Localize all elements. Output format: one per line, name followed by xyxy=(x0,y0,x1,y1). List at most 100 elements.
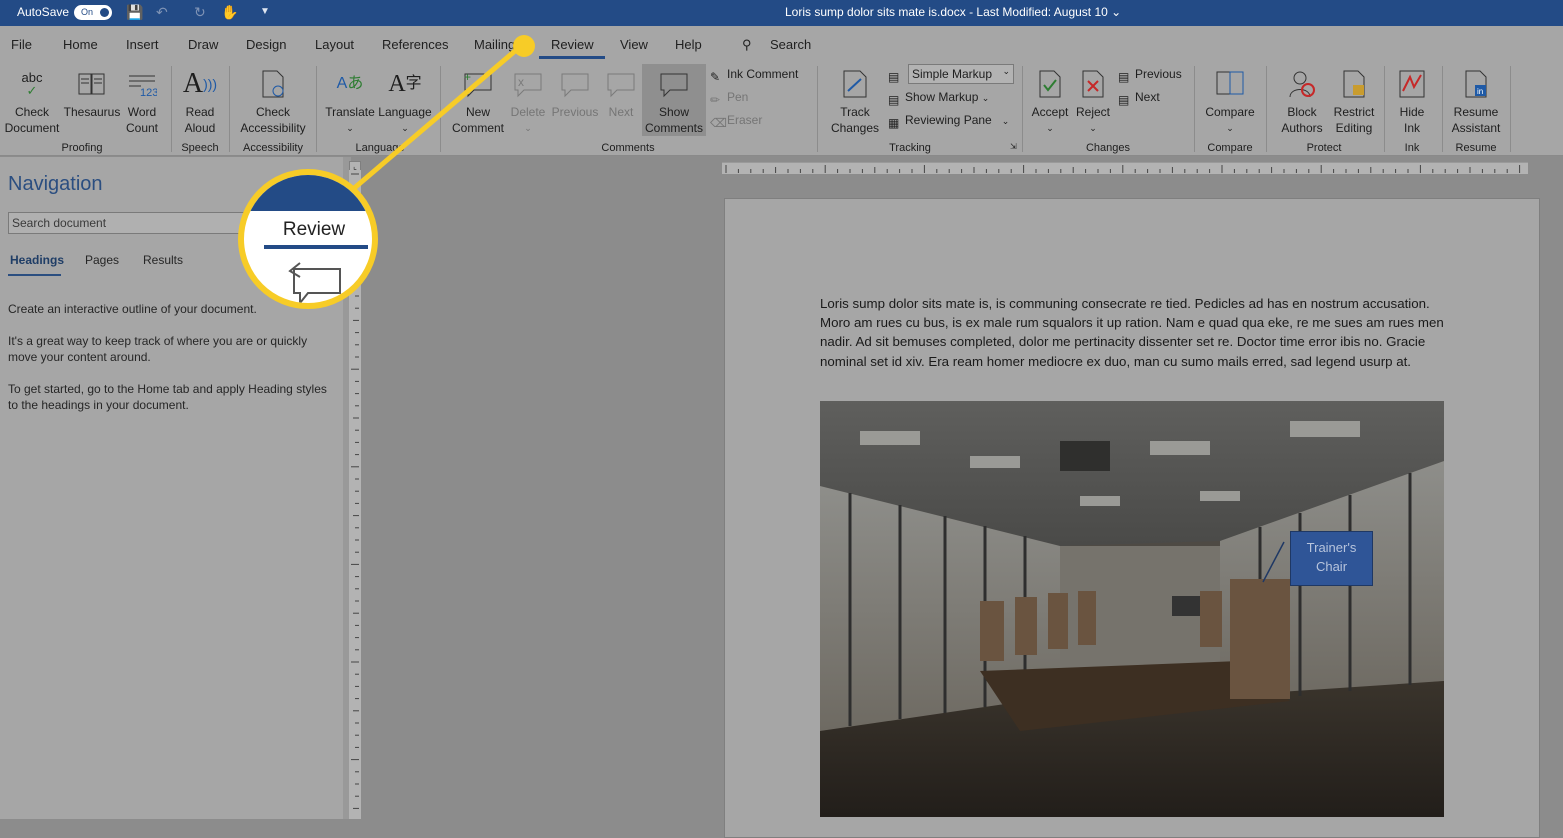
block-authors-icon xyxy=(1270,64,1334,104)
search-document-input[interactable]: Search document xyxy=(8,212,258,234)
compare-icon xyxy=(1200,64,1260,104)
ribbon-separator xyxy=(1384,66,1385,152)
resume-assistant-button[interactable]: in Resume Assistant xyxy=(1446,64,1506,136)
tab-results[interactable]: Results xyxy=(143,253,183,267)
next-comment-label: Next xyxy=(608,105,634,119)
tab-help[interactable]: Help xyxy=(675,37,702,52)
title-bar: AutoSave On 💾 ↶ ↻ ✋ ▼ Loris sump dolor s… xyxy=(0,0,1563,26)
tab-design[interactable]: Design xyxy=(246,37,286,52)
tab-review[interactable]: Review xyxy=(551,37,594,52)
translate-button[interactable]: Aあ Translate ⌄ xyxy=(322,64,378,136)
ink-comment-icon: ✎ xyxy=(710,70,721,84)
next-comment-button[interactable]: Next xyxy=(602,64,640,120)
check-accessibility-label: Check Accessibility xyxy=(240,105,306,135)
show-comments-button[interactable]: Show Comments xyxy=(642,64,706,136)
redo-icon[interactable]: ↻ xyxy=(194,4,206,21)
magnifier-titlebar xyxy=(244,175,372,211)
previous-change-button[interactable]: ▤ Previous xyxy=(1118,67,1182,84)
thesaurus-icon xyxy=(62,64,122,104)
tracking-group-label: Tracking xyxy=(889,142,931,154)
display-for-review-icon: ▤ xyxy=(888,70,900,84)
previous-change-label: Previous xyxy=(1135,67,1182,81)
hide-ink-button[interactable]: Hide Ink xyxy=(1390,64,1434,136)
chevron-down-icon: ⌄ xyxy=(1001,116,1010,126)
restrict-editing-button[interactable]: Restrict Editing xyxy=(1330,64,1378,136)
block-authors-button[interactable]: Block Authors xyxy=(1270,64,1334,136)
read-aloud-button[interactable]: A))) Read Aloud xyxy=(176,64,224,136)
ink-comment-button[interactable]: ✎ Ink Comment xyxy=(710,67,798,84)
tab-pages[interactable]: Pages xyxy=(85,253,119,267)
language-button[interactable]: A字 Language ⌄ xyxy=(376,64,434,136)
language-icon: A字 xyxy=(388,71,422,97)
save-icon[interactable]: 💾 xyxy=(126,4,143,21)
translate-label: Translate xyxy=(325,105,375,119)
callout-text: Trainer's Chair xyxy=(1306,540,1357,574)
ink-group-label: Ink xyxy=(1404,142,1420,154)
ribbon-separator xyxy=(1266,66,1267,152)
pen-label: Pen xyxy=(727,90,749,104)
autosave-toggle[interactable]: On xyxy=(74,5,112,20)
delete-comment-button[interactable]: x Delete ⌄ xyxy=(506,64,550,136)
check-accessibility-button[interactable]: Check Accessibility xyxy=(234,64,312,136)
document-title[interactable]: Loris sump dolor sits mate is.docx - Las… xyxy=(785,5,1121,19)
track-changes-icon xyxy=(822,64,888,104)
word-count-button[interactable]: 123 Word Count xyxy=(122,64,162,136)
tab-file[interactable]: File xyxy=(11,37,32,52)
new-comment-label: New Comment xyxy=(451,105,504,135)
ink-comment-label: Ink Comment xyxy=(727,67,799,81)
speech-group-label: Speech xyxy=(181,142,219,154)
check-document-button[interactable]: abc ✓ Check Document xyxy=(4,64,60,136)
tab-references[interactable]: References xyxy=(382,37,448,52)
active-nav-tab-indicator xyxy=(8,274,61,276)
nav-help-text: It's a great way to keep track of where … xyxy=(8,334,308,364)
tab-insert[interactable]: Insert xyxy=(126,37,159,52)
conference-room-photo[interactable] xyxy=(820,401,1444,817)
markup-select[interactable]: Simple Markup ⌄ xyxy=(908,64,1014,84)
horizontal-ruler[interactable] xyxy=(722,162,1528,174)
reviewing-pane-button[interactable]: ▦ Reviewing Pane ⌄ xyxy=(888,113,1009,130)
resume-group-label: Resume xyxy=(1455,142,1497,154)
svg-text:+: + xyxy=(464,70,471,84)
show-markup-icon: ▤ xyxy=(888,93,900,107)
new-comment-icon: + xyxy=(446,64,510,104)
reject-button[interactable]: Reject ⌄ xyxy=(1072,64,1114,136)
undo-icon[interactable]: ↶ xyxy=(156,4,168,21)
dialog-launcher-icon[interactable]: ⇲ xyxy=(1010,142,1017,151)
tab-headings[interactable]: Headings xyxy=(10,253,64,267)
search-icon[interactable]: ⚲ xyxy=(742,37,752,53)
customize-toolbar-icon[interactable]: ▼ xyxy=(260,6,270,17)
document-body-text[interactable]: Loris sump dolor sits mate is, is commun… xyxy=(820,294,1450,371)
previous-comment-button[interactable]: Previous xyxy=(550,64,600,120)
tab-home[interactable]: Home xyxy=(63,37,98,52)
touch-mode-icon[interactable]: ✋ xyxy=(221,4,238,21)
language-group-label: Language xyxy=(355,142,405,154)
tell-me-search[interactable]: Search xyxy=(770,37,811,52)
ribbon-separator xyxy=(1510,66,1511,152)
markup-select-value: Simple Markup xyxy=(912,67,993,81)
pen-button[interactable]: ✏ Pen xyxy=(710,90,748,107)
accept-icon xyxy=(1028,64,1072,104)
track-changes-button[interactable]: Track Changes xyxy=(822,64,888,136)
lock-icon xyxy=(1330,64,1378,104)
tab-draw[interactable]: Draw xyxy=(188,37,218,52)
reject-icon xyxy=(1072,64,1114,104)
show-markup-button[interactable]: ▤ Show Markup ⌄ xyxy=(888,90,989,107)
new-comment-button[interactable]: + New Comment xyxy=(446,64,510,136)
resume-assistant-icon: in xyxy=(1446,64,1506,104)
tab-view[interactable]: View xyxy=(620,37,648,52)
trainers-chair-callout[interactable]: Trainer's Chair xyxy=(1290,531,1373,586)
word-count-icon: 123 xyxy=(122,64,162,104)
thesaurus-button[interactable]: Thesaurus xyxy=(62,64,122,120)
eraser-button[interactable]: ⌫Eraser xyxy=(710,113,762,130)
active-tab-indicator xyxy=(539,56,605,59)
tab-layout[interactable]: Layout xyxy=(315,37,354,52)
accept-button[interactable]: Accept ⌄ xyxy=(1028,64,1072,136)
svg-text:x: x xyxy=(518,75,524,89)
proofing-group-label: Proofing xyxy=(61,142,103,154)
show-comments-icon xyxy=(642,64,706,104)
tab-mailings[interactable]: Mailings xyxy=(474,37,534,52)
chevron-down-icon: ⌄ xyxy=(524,123,532,133)
ribbon-separator xyxy=(1194,66,1195,152)
compare-button[interactable]: Compare ⌄ xyxy=(1200,64,1260,136)
next-change-button[interactable]: ▤ Next xyxy=(1118,90,1160,107)
